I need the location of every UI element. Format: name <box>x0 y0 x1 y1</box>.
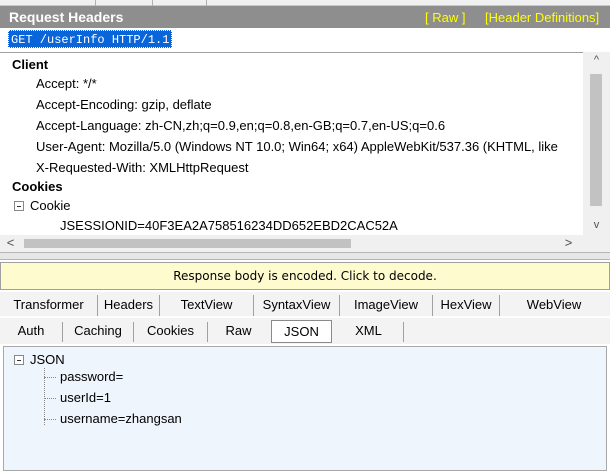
pane-splitter[interactable] <box>0 252 610 260</box>
cookies-group-label: Cookies <box>12 179 63 194</box>
collapse-icon[interactable] <box>14 201 24 211</box>
header-x-requested-with[interactable]: X-Requested-With: XMLHttpRequest <box>36 159 248 177</box>
json-node-userid[interactable]: userId=1 <box>60 389 111 406</box>
tab-syntaxview[interactable]: SyntaxView <box>254 295 340 316</box>
json-node-username[interactable]: username=zhangsan <box>60 410 182 427</box>
scroll-right-icon[interactable]: > <box>560 235 577 252</box>
vertical-scroll-thumb[interactable] <box>590 74 602 206</box>
client-group-label: Client <box>12 57 49 72</box>
tab-hexview[interactable]: HexView <box>433 295 500 316</box>
tab-xml[interactable]: XML <box>334 322 404 342</box>
header-definitions-link[interactable]: [Header Definitions] <box>485 10 599 25</box>
request-headers-title: Request Headers <box>9 9 124 25</box>
collapse-icon[interactable] <box>14 355 24 365</box>
response-tabs-row2: Auth Caching Cookies Raw JSON XML <box>0 318 610 344</box>
tab-textview[interactable]: TextView <box>160 295 254 316</box>
json-node-password[interactable]: password= <box>60 368 123 385</box>
request-headers-tree[interactable]: Client Accept: */* Accept-Encoding: gzip… <box>0 52 610 252</box>
tab-transformer[interactable]: Transformer <box>0 295 98 316</box>
tab-caching[interactable]: Caching <box>63 322 134 342</box>
vertical-scrollbar[interactable]: ^ v <box>583 52 610 235</box>
tab-imageview[interactable]: ImageView <box>340 295 433 316</box>
tree-connector <box>44 398 56 399</box>
json-root-label: JSON <box>30 352 65 367</box>
decode-notice[interactable]: Response body is encoded. Click to decod… <box>0 262 610 290</box>
cookie-node[interactable]: Cookie <box>14 197 70 215</box>
header-user-agent[interactable]: User-Agent: Mozilla/5.0 (Windows NT 10.0… <box>36 138 558 156</box>
scroll-up-icon[interactable]: ^ <box>583 52 610 68</box>
tab-raw[interactable]: Raw <box>208 322 269 342</box>
tab-json[interactable]: JSON <box>271 320 332 343</box>
tab-auth[interactable]: Auth <box>0 322 63 342</box>
horizontal-scroll-thumb[interactable] <box>24 239 351 248</box>
header-accept[interactable]: Accept: */* <box>36 75 97 93</box>
cookie-value[interactable]: JSESSIONID=40F3EA2A758516234DD652EBD2CAC… <box>60 217 398 235</box>
tab-headers[interactable]: Headers <box>98 295 160 316</box>
json-root-node[interactable]: JSON <box>14 351 65 368</box>
request-line[interactable]: GET /userInfo HTTP/1.1 <box>8 30 173 48</box>
tab-webview[interactable]: WebView <box>500 295 608 316</box>
scroll-down-icon[interactable]: v <box>583 217 610 233</box>
header-accept-encoding[interactable]: Accept-Encoding: gzip, deflate <box>36 96 212 114</box>
raw-link[interactable]: [ Raw ] <box>425 10 465 25</box>
tree-connector <box>44 419 56 420</box>
scroll-left-icon[interactable]: < <box>2 235 19 252</box>
header-accept-language[interactable]: Accept-Language: zh-CN,zh;q=0.9,en;q=0.8… <box>36 117 445 135</box>
json-tree-view[interactable]: JSON password= userId=1 username=zhangsa… <box>3 346 607 471</box>
scrollbar-corner <box>583 235 610 252</box>
tree-connector <box>44 377 56 378</box>
tab-cookies[interactable]: Cookies <box>134 322 208 342</box>
request-headers-bar: Request Headers [ Raw ] [Header Definiti… <box>0 6 610 28</box>
response-tabs-row1: Transformer Headers TextView SyntaxView … <box>0 292 610 316</box>
cookie-node-label: Cookie <box>30 198 71 213</box>
horizontal-scrollbar[interactable]: < > <box>0 235 583 252</box>
